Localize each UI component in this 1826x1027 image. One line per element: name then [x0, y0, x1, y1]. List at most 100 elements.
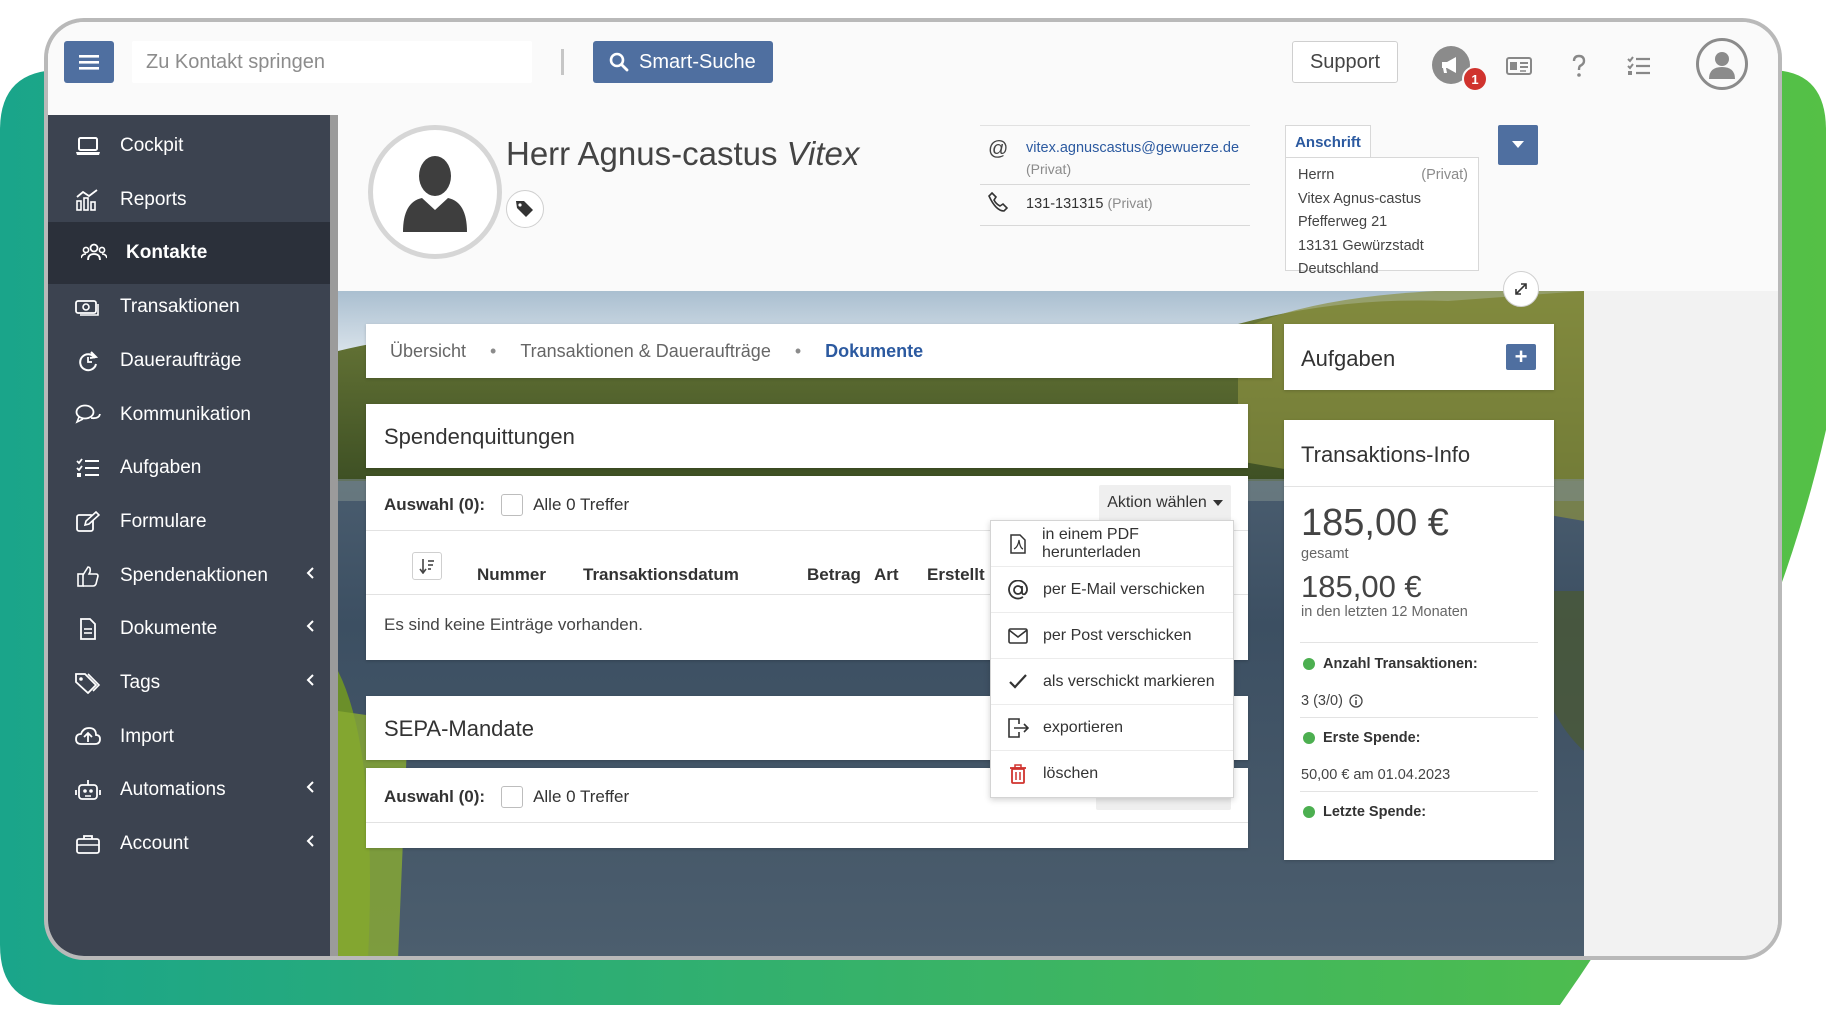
sidebar-item-reports[interactable]: Reports	[48, 169, 330, 231]
sidebar-item-daueraufträge[interactable]: Daueraufträge	[48, 330, 330, 392]
sidebar-item-cockpit[interactable]: Cockpit	[48, 115, 330, 177]
sidebar-item-formulare[interactable]: Formulare	[48, 491, 330, 553]
column-header[interactable]: Betrag	[807, 565, 861, 585]
count-value: 3 (3/0)	[1301, 693, 1343, 709]
selection-label: Auswahl (0):	[384, 495, 486, 514]
address-type: (Privat)	[1421, 167, 1468, 183]
menu-item-export[interactable]: exportieren	[991, 705, 1233, 751]
trash-icon	[1007, 764, 1029, 784]
address-line: Deutschland	[1298, 261, 1379, 277]
top-bar: Smart-Suche Support 1	[48, 22, 1778, 116]
chevron-left-icon	[306, 620, 314, 633]
status-dot	[1303, 658, 1315, 670]
first-donation-row: Erste Spende:	[1303, 730, 1421, 746]
divider	[1300, 791, 1538, 792]
menu-item-at[interactable]: per E-Mail verschicken	[991, 567, 1233, 613]
sepa-selection-row: Auswahl (0): Alle 0 Treffer	[384, 786, 629, 808]
menu-item-label: in einem PDF herunterladen	[1042, 525, 1141, 561]
chevron-left-icon	[306, 835, 314, 847]
robot-icon	[74, 778, 102, 802]
divider	[1284, 486, 1554, 487]
menu-item-label: per Post verschicken	[1043, 626, 1192, 644]
sidebar-item-aufgaben[interactable]: Aufgaben	[48, 437, 330, 499]
sidebar-item-dokumente[interactable]: Dokumente	[48, 598, 330, 660]
sidebar-scrollbar[interactable]	[330, 115, 338, 956]
address-tab[interactable]: Anschrift	[1285, 125, 1371, 158]
users-icon	[80, 241, 108, 265]
sidebar-item-label: Import	[120, 725, 174, 747]
address-line: 13131 Gewürzstadt	[1298, 237, 1424, 254]
sidebar-item-label: Reports	[120, 188, 187, 210]
menu-item-check[interactable]: als verschickt markieren	[991, 659, 1233, 705]
contact-salutation: Herr	[506, 135, 571, 172]
sidebar-item-automations[interactable]: Automations	[48, 759, 330, 821]
laptop-icon	[74, 134, 102, 158]
pdf-icon	[1007, 533, 1028, 554]
menu-item-label: als verschickt markieren	[1043, 672, 1215, 690]
contact-tabs: Übersicht • Transaktionen & Daueraufträg…	[366, 324, 1272, 378]
select-all-checkbox[interactable]	[501, 494, 524, 516]
expand-button[interactable]	[1503, 271, 1539, 307]
column-header[interactable]: Transaktionsdatum	[583, 565, 739, 585]
email-link[interactable]: vitex.agnuscastus@gewuerze.de	[1026, 140, 1239, 156]
sort-button[interactable]	[412, 552, 442, 580]
cloud-upload-icon	[74, 725, 102, 749]
sidebar-item-label: Spendenaktionen	[120, 564, 268, 586]
sidebar-item-account[interactable]: Account	[48, 813, 330, 875]
sidebar-item-tags[interactable]: Tags	[48, 652, 330, 714]
select-all-checkbox[interactable]	[501, 786, 524, 808]
hamburger-icon	[79, 54, 99, 70]
tasks-icon	[74, 456, 102, 480]
tab-overview[interactable]: Übersicht	[390, 341, 466, 362]
user-avatar-icon[interactable]	[1696, 38, 1748, 90]
menu-item-label: exportieren	[1043, 718, 1124, 736]
id-card-icon[interactable]	[1503, 50, 1535, 82]
sidebar-item-kontakte[interactable]: Kontakte	[48, 222, 330, 285]
divider	[561, 49, 564, 75]
menu-item-pdf[interactable]: in einem PDF herunterladen	[991, 521, 1233, 567]
main-content: Herr Agnus-castus Vitex @ vitex.agnuscas…	[338, 115, 1778, 956]
recurring-icon	[74, 349, 102, 373]
menu-item-trash[interactable]: löschen	[991, 751, 1233, 797]
smart-search-button[interactable]: Smart-Suche	[593, 41, 773, 83]
support-button[interactable]: Support	[1292, 41, 1398, 83]
sidebar-item-kommunikation[interactable]: Kommunikation	[48, 384, 330, 446]
tags-icon	[74, 671, 102, 695]
sidebar-item-transaktionen[interactable]: Transaktionen	[48, 276, 330, 338]
app-window: Smart-Suche Support 1 Cockpit Reports Kont…	[44, 18, 1782, 960]
divider	[366, 822, 1248, 823]
count-label-row: Anzahl Transaktionen:	[1303, 656, 1478, 672]
contact-last-name: Vitex	[786, 135, 860, 172]
receipts-header: Spendenquittungen	[366, 404, 1248, 468]
sepa-title: SEPA-Mandate	[384, 716, 535, 741]
question-icon[interactable]	[1563, 50, 1595, 82]
phone-number[interactable]: 131-131315	[1026, 196, 1103, 212]
column-header[interactable]: Nummer	[477, 565, 546, 585]
sidebar-item-spendenaktionen[interactable]: Spendenaktionen	[48, 545, 330, 607]
sidebar-item-label: Daueraufträge	[120, 349, 242, 371]
add-task-button[interactable]: +	[1506, 344, 1536, 370]
tab-documents[interactable]: Dokumente	[825, 341, 923, 362]
briefcase-icon	[74, 832, 102, 856]
menu-toggle-button[interactable]	[64, 41, 114, 83]
receipts-action-button[interactable]: Aktion wählen	[1099, 485, 1231, 521]
sidebar-item-import[interactable]: Import	[48, 706, 330, 768]
action-label: Aktion wählen	[1107, 494, 1207, 511]
contact-actions-dropdown[interactable]	[1498, 125, 1538, 165]
tags-icon	[515, 200, 535, 218]
total-amount: 185,00 €	[1301, 502, 1449, 544]
at-icon: @	[988, 138, 1009, 160]
task-list-icon[interactable]	[1623, 50, 1655, 82]
tab-transactions[interactable]: Transaktionen & Daueraufträge	[520, 341, 770, 362]
contact-name: Herr Agnus-castus Vitex	[506, 135, 859, 173]
contact-jump-input[interactable]	[132, 41, 532, 83]
column-header[interactable]: Art	[874, 565, 899, 585]
all-hits-label: Alle 0 Treffer	[533, 495, 630, 514]
info-icon[interactable]	[1349, 694, 1363, 708]
add-tag-button[interactable]	[506, 190, 544, 228]
empty-message: Es sind keine Einträge vorhanden.	[384, 615, 643, 634]
column-header[interactable]: Erstellt	[927, 565, 985, 585]
caret-down-icon	[1512, 141, 1524, 149]
total-label: gesamt	[1301, 546, 1349, 562]
menu-item-envelope[interactable]: per Post verschicken	[991, 613, 1233, 659]
